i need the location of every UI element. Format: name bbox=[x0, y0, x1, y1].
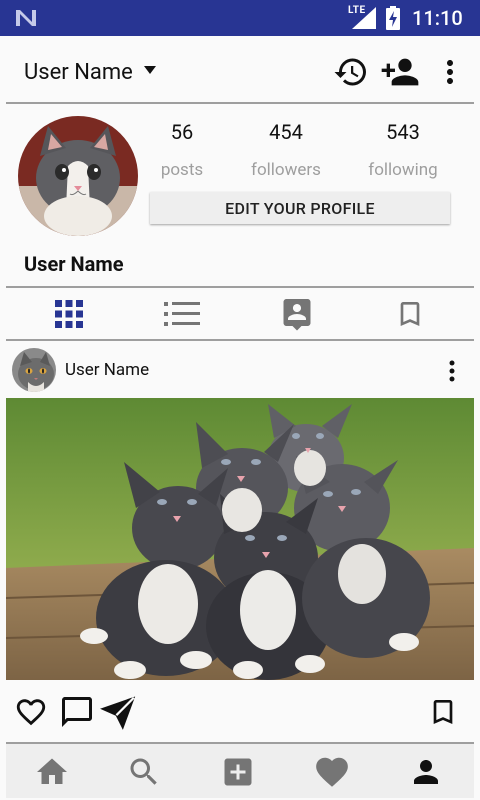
share-button[interactable] bbox=[98, 692, 138, 732]
content-tabs bbox=[0, 288, 480, 340]
heart-icon bbox=[316, 757, 348, 787]
heart-outline-icon bbox=[16, 699, 46, 726]
nav-activity[interactable] bbox=[310, 752, 354, 792]
followers-label: followers bbox=[251, 160, 321, 180]
person-add-icon bbox=[381, 58, 419, 86]
save-post-button[interactable] bbox=[423, 692, 463, 732]
bottom-navigation bbox=[6, 742, 474, 798]
home-icon bbox=[37, 758, 67, 784]
post-header: User Name bbox=[0, 342, 480, 398]
following-label: following bbox=[368, 160, 438, 180]
add-box-icon bbox=[224, 758, 252, 786]
post-author-name[interactable]: User Name bbox=[65, 360, 149, 380]
cat-photo bbox=[12, 348, 56, 392]
more-vert-icon[interactable] bbox=[440, 356, 464, 386]
followers-count[interactable]: 454 bbox=[236, 120, 336, 144]
nav-search[interactable] bbox=[122, 752, 166, 792]
kitten-photo bbox=[18, 116, 138, 236]
posts-label: posts bbox=[160, 160, 204, 180]
post-image[interactable] bbox=[6, 398, 474, 680]
send-icon bbox=[100, 696, 136, 730]
signal-icon bbox=[352, 7, 376, 29]
grid-icon bbox=[55, 300, 83, 328]
clock: 11:10 bbox=[412, 6, 463, 30]
bookmark-outline-icon bbox=[433, 700, 453, 724]
tab-saved[interactable] bbox=[390, 296, 430, 332]
edit-profile-button[interactable]: EDIT YOUR PROFILE bbox=[150, 192, 450, 224]
post-actions bbox=[0, 688, 480, 736]
status-bar: LTE 11:10 bbox=[0, 0, 480, 36]
search-icon bbox=[130, 758, 157, 785]
tab-tagged[interactable] bbox=[277, 296, 317, 332]
tab-list[interactable] bbox=[162, 296, 202, 332]
kittens-photo bbox=[6, 398, 474, 680]
profile-icon bbox=[414, 760, 438, 784]
comment-icon bbox=[62, 697, 92, 727]
add-person-button[interactable] bbox=[380, 52, 420, 92]
top-app-bar: User Name bbox=[0, 36, 480, 102]
following-count[interactable]: 543 bbox=[353, 120, 453, 144]
profile-avatar[interactable] bbox=[18, 116, 138, 236]
tab-grid[interactable] bbox=[49, 296, 89, 332]
battery-charging-icon bbox=[386, 6, 400, 30]
profile-header: 56 454 543 posts followers following EDI… bbox=[0, 104, 480, 286]
overflow-menu-button[interactable] bbox=[430, 52, 470, 92]
post-author-avatar[interactable] bbox=[12, 348, 56, 392]
more-vert-icon bbox=[447, 60, 453, 84]
account-switcher[interactable]: User Name bbox=[24, 60, 133, 85]
android-n-icon bbox=[16, 10, 36, 26]
nav-profile[interactable] bbox=[404, 752, 448, 792]
history-icon bbox=[334, 58, 366, 86]
like-button[interactable] bbox=[11, 692, 51, 732]
nav-home[interactable] bbox=[30, 752, 74, 792]
divider bbox=[6, 339, 474, 341]
bookmark-icon bbox=[400, 302, 420, 326]
caret-down-icon[interactable] bbox=[144, 64, 156, 76]
profile-display-name: User Name bbox=[24, 252, 124, 276]
history-button[interactable] bbox=[331, 52, 371, 92]
nav-add[interactable] bbox=[216, 752, 260, 792]
posts-count[interactable]: 56 bbox=[132, 120, 232, 144]
comment-button[interactable] bbox=[57, 692, 97, 732]
tagged-icon bbox=[283, 299, 311, 331]
list-icon bbox=[164, 302, 200, 326]
